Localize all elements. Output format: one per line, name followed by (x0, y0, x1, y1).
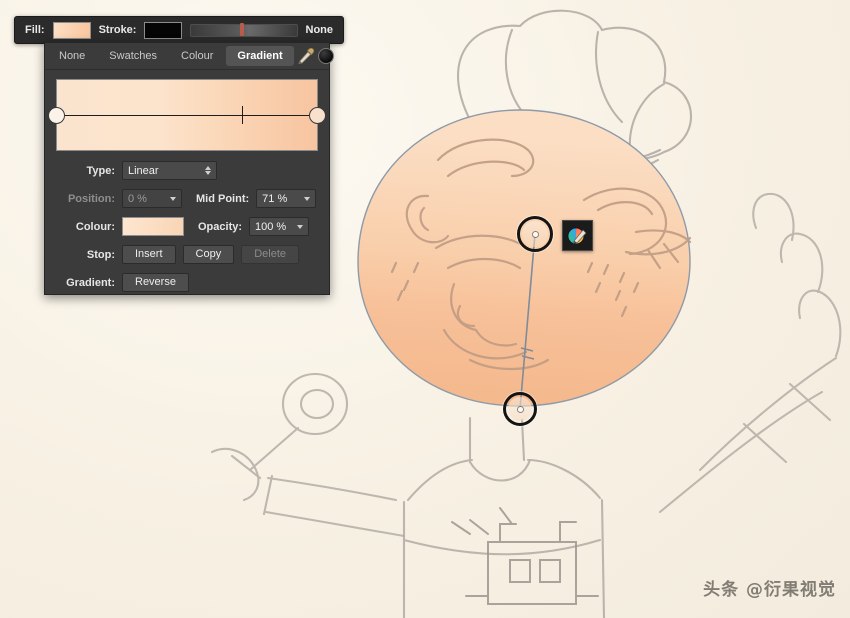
gradient-stop-end[interactable] (309, 106, 326, 124)
row-stop-buttons: Stop: Insert Copy Delete (57, 245, 317, 264)
tab-none[interactable]: None (48, 46, 96, 66)
tab-swatches[interactable]: Swatches (98, 46, 168, 66)
chevron-down-icon[interactable] (304, 196, 311, 201)
watermark: 头条 @衍果视觉 (703, 575, 836, 600)
opacity-value: 100 % (255, 220, 287, 233)
opacity-group: Opacity: 100 % (184, 217, 310, 236)
eyedropper-icon[interactable] (295, 46, 315, 66)
midpoint-group: Mid Point: 71 % (182, 189, 317, 208)
stroke-label: Stroke: (98, 24, 137, 36)
colour-label: Colour: (75, 220, 115, 233)
watermark-text: 头条 @衍果视觉 (703, 580, 836, 600)
colour-wheel-icon (567, 227, 587, 245)
stroke-width-slider[interactable] (190, 22, 298, 37)
gradient-form: Type: Linear Position: 0 % Mid Point: 71… (45, 155, 329, 292)
gradient-stop-start[interactable] (48, 106, 65, 124)
gradient-handle-end-pip (517, 406, 523, 412)
row-type: Type: Linear (57, 161, 317, 180)
stroke-width-none-label: None (305, 24, 334, 36)
gradient-label: Gradient: (66, 276, 115, 289)
mid-point-label: Mid Point: (196, 192, 250, 205)
row-gradient-reverse: Gradient: Reverse (57, 273, 317, 292)
fill-label: Fill: (25, 24, 45, 36)
type-label: Type: (86, 164, 115, 177)
opacity-input[interactable]: 100 % (249, 217, 310, 236)
colour-swatch[interactable] (122, 217, 184, 236)
row-position-midpoint: Position: 0 % Mid Point: 71 % (57, 189, 317, 208)
gradient-strip-midpoint-marker[interactable] (241, 106, 243, 124)
colour-dot-icon[interactable] (317, 48, 334, 64)
tab-gradient[interactable]: Gradient (226, 46, 294, 66)
chevron-down-icon[interactable] (297, 224, 304, 229)
gradient-panel[interactable]: None Swatches Colour Gradient Type: Line… (44, 42, 334, 295)
fill-swatch[interactable] (52, 21, 91, 39)
stop-label: Stop: (86, 248, 115, 261)
gradient-handle-start[interactable] (517, 216, 553, 252)
gradient-handle-end[interactable] (503, 392, 537, 426)
colour-wheel-button[interactable] (562, 220, 593, 251)
opacity-label: Opacity: (198, 220, 243, 233)
panel-tabbar[interactable]: None Swatches Colour Gradient (45, 43, 334, 70)
stop-delete-button: Delete (241, 245, 299, 264)
stroke-width-slider-knob[interactable] (239, 22, 244, 36)
type-value: Linear (128, 164, 159, 177)
mid-point-value: 71 % (262, 192, 288, 205)
stepper-icon[interactable] (205, 166, 211, 175)
chevron-down-icon[interactable] (170, 196, 176, 201)
position-label: Position: (67, 192, 115, 205)
stroke-swatch[interactable] (144, 21, 183, 39)
type-select[interactable]: Linear (122, 161, 217, 180)
gradient-reverse-button[interactable]: Reverse (122, 273, 189, 292)
position-value: 0 % (128, 192, 147, 205)
row-colour-opacity: Colour: Opacity: 100 % (57, 217, 317, 236)
gradient-handle-start-pip (532, 231, 538, 237)
gradient-strip[interactable] (48, 79, 326, 151)
position-input[interactable]: 0 % (122, 189, 182, 208)
panel-tools[interactable] (295, 46, 338, 66)
tab-colour[interactable]: Colour (170, 46, 224, 66)
gradient-strip-wrap (45, 70, 329, 155)
mid-point-input[interactable]: 71 % (256, 189, 317, 208)
gradient-strip-axis (57, 115, 317, 116)
stop-copy-button[interactable]: Copy (182, 245, 235, 264)
stop-insert-button[interactable]: Insert (122, 245, 176, 264)
fill-stroke-toolbar[interactable]: Fill: Stroke: None (14, 16, 344, 44)
